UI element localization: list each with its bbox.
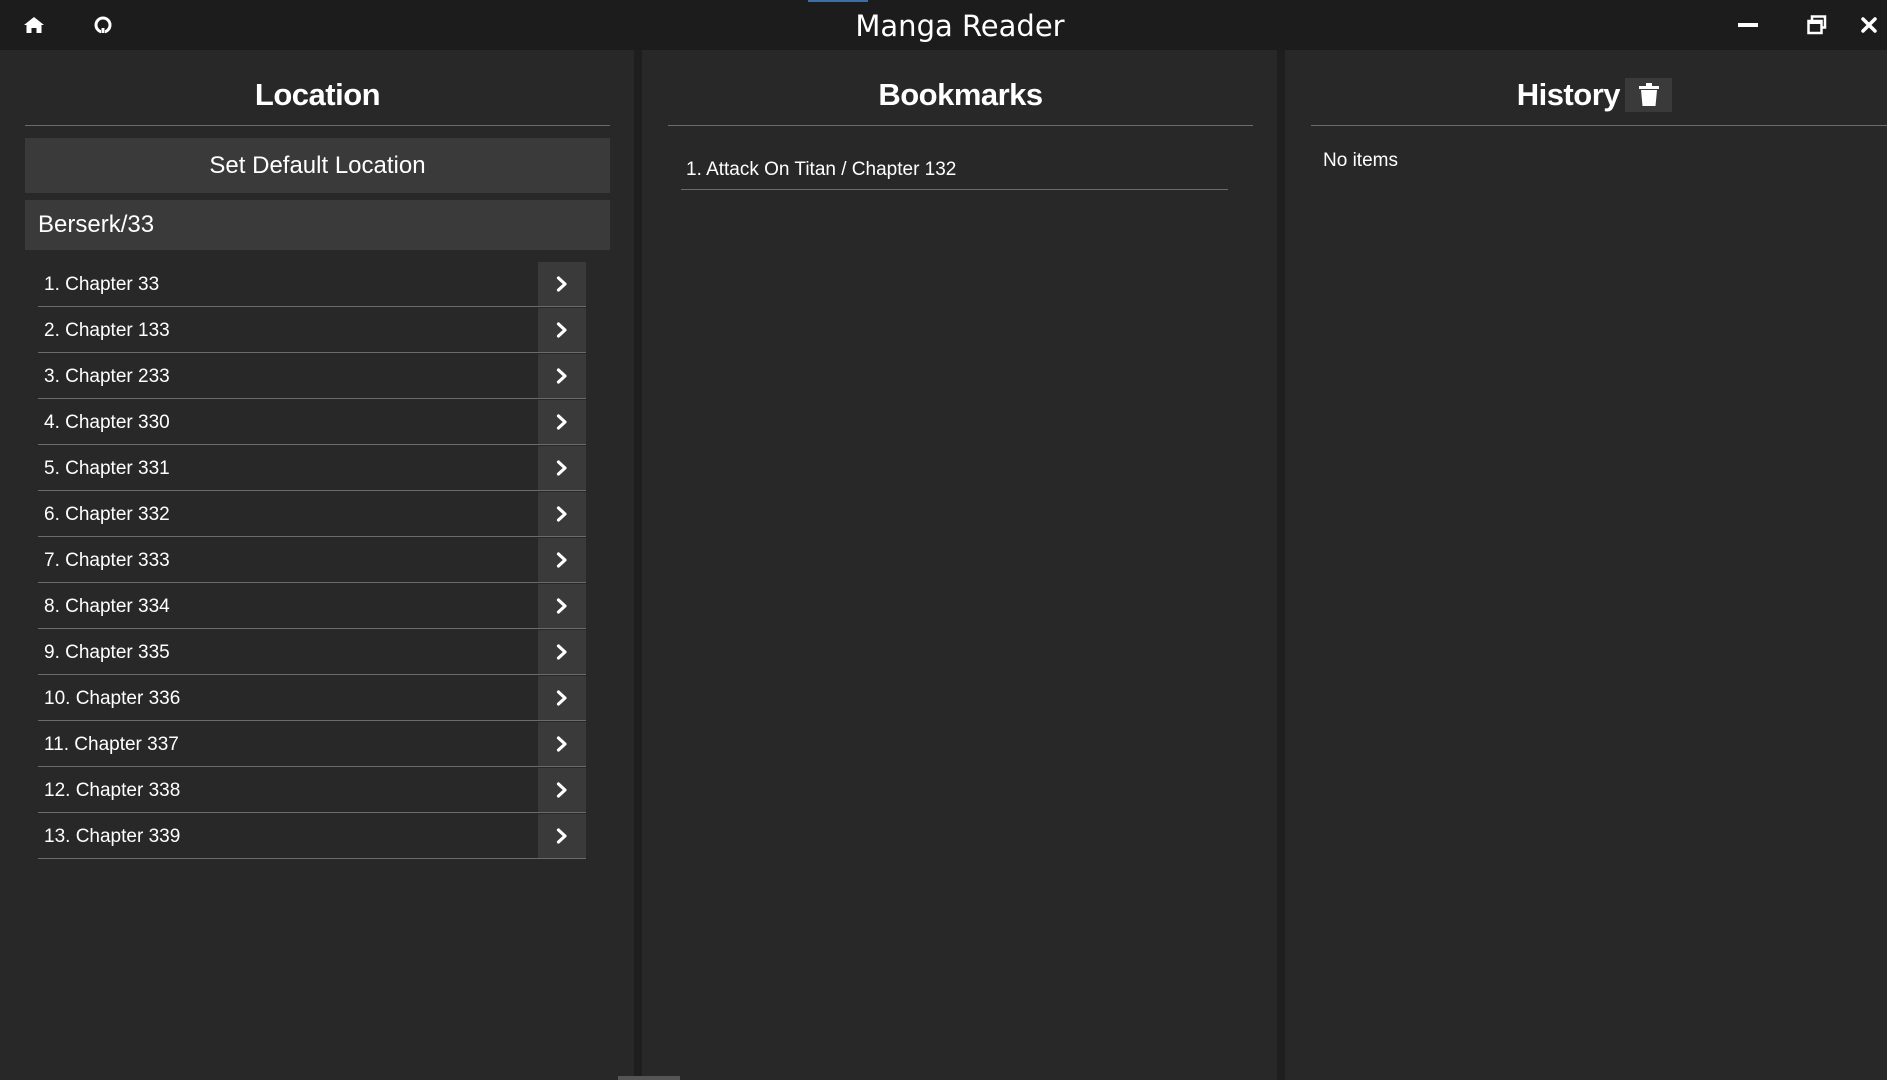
close-button[interactable]	[1860, 8, 1887, 42]
github-icon	[94, 16, 112, 34]
chapter-row[interactable]: 3. Chapter 233	[38, 354, 586, 399]
chevron-right-icon	[556, 368, 567, 384]
open-chapter-button[interactable]	[538, 492, 586, 536]
title-bar: Manga Reader	[0, 0, 1887, 50]
history-divider	[1311, 125, 1887, 126]
chapter-row[interactable]: 10. Chapter 336	[38, 676, 586, 721]
clear-history-button[interactable]	[1625, 78, 1672, 112]
chapter-row[interactable]: 9. Chapter 335	[38, 630, 586, 675]
chapter-row[interactable]: 8. Chapter 334	[38, 584, 586, 629]
chevron-right-icon	[556, 276, 567, 292]
location-panel: Location Set Default Location 1. Chapter…	[0, 50, 634, 1080]
bookmark-item[interactable]: 1. Attack On Titan / Chapter 132	[681, 152, 1228, 190]
minimize-button[interactable]	[1730, 8, 1766, 42]
close-icon	[1861, 17, 1877, 33]
chapter-row[interactable]: 1. Chapter 33	[38, 262, 586, 307]
chapter-label: 1. Chapter 33	[44, 274, 160, 295]
trash-icon	[1638, 83, 1659, 106]
open-chapter-button[interactable]	[538, 584, 586, 628]
focus-indicator	[808, 0, 868, 2]
chevron-right-icon	[556, 460, 567, 476]
open-chapter-button[interactable]	[538, 400, 586, 444]
chapter-row[interactable]: 4. Chapter 330	[38, 400, 586, 445]
open-chapter-button[interactable]	[538, 676, 586, 720]
chapter-label: 4. Chapter 330	[44, 412, 170, 433]
chapter-row[interactable]: 13. Chapter 339	[38, 814, 586, 859]
chapter-list: 1. Chapter 33 2. Chapter 133 3. Chapter 23…	[38, 262, 586, 860]
chapter-row[interactable]: 2. Chapter 133	[38, 308, 586, 353]
chapter-label: 3. Chapter 233	[44, 366, 170, 387]
chapter-row[interactable]: 12. Chapter 338	[38, 768, 586, 813]
chevron-right-icon	[556, 552, 567, 568]
horizontal-scrollbar[interactable]	[618, 1076, 680, 1080]
chapter-row[interactable]: 11. Chapter 337	[38, 722, 586, 767]
chevron-right-icon	[556, 690, 567, 706]
bookmark-label: 1. Attack On Titan / Chapter 132	[686, 159, 957, 180]
open-chapter-button[interactable]	[538, 262, 586, 306]
window-title: Manga Reader	[855, 9, 1065, 43]
chapter-label: 8. Chapter 334	[44, 596, 170, 617]
chevron-right-icon	[556, 782, 567, 798]
chevron-right-icon	[556, 598, 567, 614]
location-path-input[interactable]	[25, 200, 610, 250]
history-panel	[1285, 50, 1887, 1080]
panel-divider-right[interactable]	[1277, 50, 1285, 1080]
chapter-label: 13. Chapter 339	[44, 826, 181, 847]
chapter-label: 7. Chapter 333	[44, 550, 170, 571]
open-chapter-button[interactable]	[538, 722, 586, 766]
open-chapter-button[interactable]	[538, 814, 586, 858]
home-button[interactable]	[16, 8, 52, 42]
chapter-row[interactable]: 7. Chapter 333	[38, 538, 586, 583]
chevron-right-icon	[556, 414, 567, 430]
history-empty-text: No items	[1323, 150, 1398, 171]
chapter-label: 10. Chapter 336	[44, 688, 181, 709]
open-chapter-button[interactable]	[538, 768, 586, 812]
open-chapter-button[interactable]	[538, 308, 586, 352]
github-button[interactable]	[85, 8, 121, 42]
location-heading: Location	[254, 77, 381, 112]
location-divider	[25, 125, 610, 126]
chapter-row[interactable]: 5. Chapter 331	[38, 446, 586, 491]
bookmarks-panel: Bookmarks	[642, 50, 1277, 1080]
open-chapter-button[interactable]	[538, 538, 586, 582]
bookmarks-divider	[668, 125, 1253, 126]
open-chapter-button[interactable]	[538, 446, 586, 490]
panel-divider-left[interactable]	[634, 50, 642, 1080]
chapter-label: 6. Chapter 332	[44, 504, 170, 525]
open-chapter-button[interactable]	[538, 354, 586, 398]
chapter-row[interactable]: 6. Chapter 332	[38, 492, 586, 537]
minimize-icon	[1738, 23, 1758, 27]
chevron-right-icon	[556, 828, 567, 844]
chevron-right-icon	[556, 644, 567, 660]
chapter-label: 2. Chapter 133	[44, 320, 170, 341]
chapter-label: 9. Chapter 335	[44, 642, 170, 663]
home-icon	[24, 17, 44, 33]
chapter-label: 11. Chapter 337	[44, 734, 179, 755]
chapter-label: 12. Chapter 338	[44, 780, 181, 801]
open-chapter-button[interactable]	[538, 630, 586, 674]
restore-icon	[1807, 15, 1827, 35]
chevron-right-icon	[556, 736, 567, 752]
set-default-location-button[interactable]: Set Default Location	[25, 138, 610, 193]
restore-button[interactable]	[1799, 8, 1835, 42]
history-heading: History	[1516, 77, 1621, 112]
chapter-label: 5. Chapter 331	[44, 458, 170, 479]
bookmarks-heading: Bookmarks	[878, 77, 1043, 112]
chevron-right-icon	[556, 506, 567, 522]
chevron-right-icon	[556, 322, 567, 338]
